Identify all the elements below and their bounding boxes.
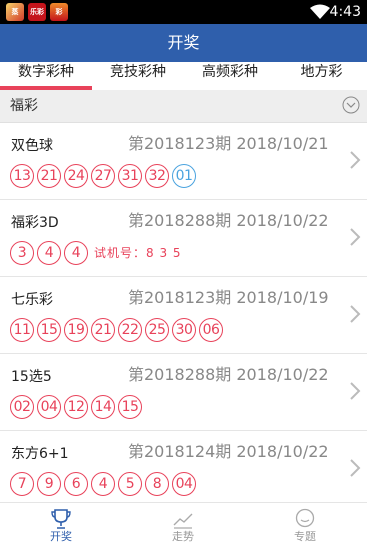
app-icon-label: 乐彩	[30, 8, 44, 16]
red-ball: 7	[10, 472, 34, 496]
lottery-row-ssq[interactable]: 双色球 第2018123期 2018/10/21 13 21 24 27 31 32 01	[0, 123, 367, 200]
red-ball: 4	[37, 241, 61, 265]
lottery-issue-date: 第2018123期 2018/10/19	[128, 288, 329, 307]
result-balls: 7 9 6 4 5 8 04	[10, 472, 199, 496]
nav-trend[interactable]: 走势	[153, 503, 213, 551]
nav-label: 走势	[172, 530, 194, 543]
bottom-nav: 开奖 走势 专题	[0, 502, 367, 551]
lottery-name: 双色球	[11, 138, 53, 154]
red-ball: 15	[118, 395, 142, 419]
red-ball: 14	[91, 395, 115, 419]
red-ball: 25	[145, 318, 169, 342]
tab-local-lottery[interactable]: 地方彩	[276, 62, 367, 90]
notification-app-icon: 乐彩	[28, 3, 46, 21]
section-header[interactable]: 福彩	[0, 90, 367, 123]
app-icon-label: 彩	[55, 8, 63, 16]
lottery-issue-date: 第2018288期 2018/10/22	[128, 211, 329, 230]
result-balls: 11 15 19 21 22 25 30 06	[10, 318, 226, 342]
notification-app-icon: 蒸	[6, 3, 24, 21]
lottery-name: 福彩3D	[11, 215, 59, 231]
lottery-row-3d[interactable]: 福彩3D 第2018288期 2018/10/22 3 4 4 试机号：8 3 5	[0, 200, 367, 277]
red-ball: 21	[37, 164, 61, 188]
red-ball: 6	[64, 472, 88, 496]
red-ball: 13	[10, 164, 34, 188]
lottery-name: 七乐彩	[11, 292, 53, 308]
chevron-right-icon	[350, 382, 361, 400]
lottery-issue-date: 第2018288期 2018/10/22	[128, 365, 329, 384]
result-balls: 13 21 24 27 31 32 01	[10, 164, 199, 188]
nav-special-topics[interactable]: 专题	[275, 503, 335, 551]
chevron-right-icon	[350, 228, 361, 246]
chat-bubble-icon	[295, 508, 315, 528]
chevron-right-icon	[350, 305, 361, 323]
app-icon-label: 蒸	[11, 8, 19, 16]
red-ball: 32	[145, 164, 169, 188]
lottery-row-qlc[interactable]: 七乐彩 第2018123期 2018/10/19 11 15 19 21 22 25 30 0…	[0, 277, 367, 354]
chevron-right-icon	[350, 151, 361, 169]
red-ball: 04	[37, 395, 61, 419]
status-bar: 蒸 乐彩 彩 4:43	[0, 0, 367, 24]
red-ball: 19	[64, 318, 88, 342]
red-ball: 11	[10, 318, 34, 342]
red-ball: 8	[145, 472, 169, 496]
section-title: 福彩	[10, 98, 38, 114]
red-ball: 15	[37, 318, 61, 342]
red-ball: 3	[10, 241, 34, 265]
page-title: 开奖	[167, 33, 200, 52]
result-balls: 3 4 4 试机号：8 3 5	[10, 241, 182, 265]
red-ball: 04	[172, 472, 196, 496]
lottery-name: 东方6+1	[11, 446, 69, 462]
lottery-issue-date: 第2018123期 2018/10/21	[128, 134, 329, 153]
red-ball: 06	[199, 318, 223, 342]
lottery-row-15x5[interactable]: 15选5 第2018288期 2018/10/22 02 04 12 14 15	[0, 354, 367, 431]
trophy-icon	[51, 509, 71, 529]
red-ball: 4	[91, 472, 115, 496]
lottery-name: 15选5	[11, 369, 52, 385]
red-ball: 24	[64, 164, 88, 188]
title-bar: 开奖	[0, 24, 367, 62]
red-ball: 12	[64, 395, 88, 419]
wifi-icon	[310, 4, 330, 19]
status-time: 4:43	[329, 4, 361, 20]
red-ball: 5	[118, 472, 142, 496]
trend-chart-icon	[173, 513, 193, 529]
result-balls: 02 04 12 14 15	[10, 395, 145, 419]
nav-label: 开奖	[50, 530, 72, 543]
tab-sports-lottery[interactable]: 竞技彩种	[92, 62, 184, 90]
lottery-issue-date: 第2018124期 2018/10/22	[128, 442, 329, 461]
red-ball: 31	[118, 164, 142, 188]
red-ball: 27	[91, 164, 115, 188]
red-ball: 22	[118, 318, 142, 342]
tab-high-frequency-lottery[interactable]: 高频彩种	[184, 62, 276, 90]
notification-app-icon: 彩	[50, 3, 68, 21]
chevron-right-icon	[350, 459, 361, 477]
red-ball: 4	[64, 241, 88, 265]
red-ball: 30	[172, 318, 196, 342]
red-ball: 9	[37, 472, 61, 496]
nav-label: 专题	[294, 530, 316, 543]
red-ball: 02	[10, 395, 34, 419]
nav-lottery-results[interactable]: 开奖	[31, 503, 91, 551]
blue-ball: 01	[172, 164, 196, 188]
lottery-row-df61[interactable]: 东方6+1 第2018124期 2018/10/22 7 9 6 4 5 8 04	[0, 431, 367, 501]
test-number: 试机号：8 3 5	[94, 246, 182, 260]
chevron-down-circle-icon[interactable]	[342, 96, 360, 114]
red-ball: 21	[91, 318, 115, 342]
